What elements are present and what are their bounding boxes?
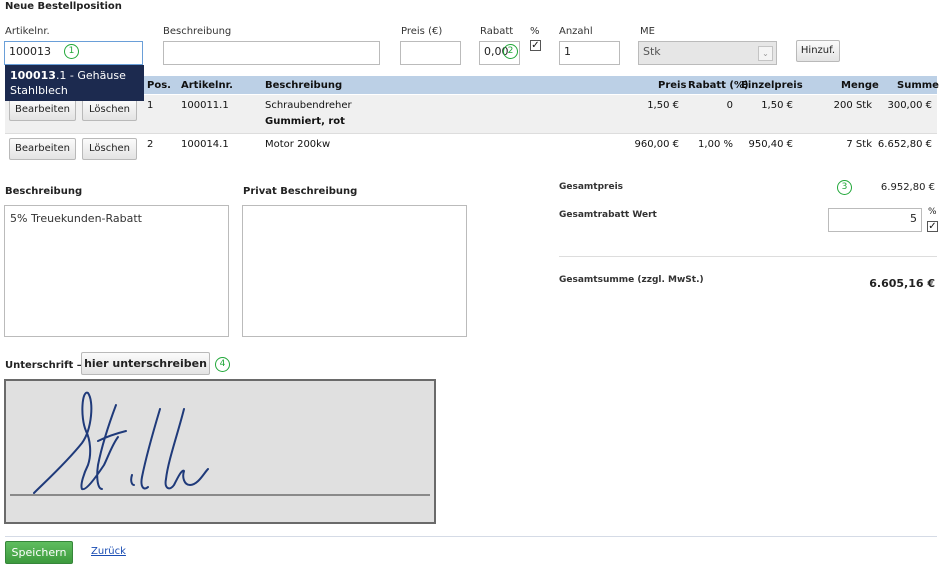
me-select[interactable]: Stk ⌄ (638, 41, 777, 65)
th-summe: Summe (897, 80, 939, 91)
marker-1-icon: 1 (64, 44, 79, 59)
save-button[interactable]: Speichern (5, 541, 73, 564)
row-preis: 960,00 € (634, 139, 679, 150)
notes-beschreibung-label: Beschreibung (5, 186, 83, 197)
th-rabatt: Rabatt (%) (688, 80, 749, 91)
signature-label: Unterschrift – (5, 360, 82, 371)
artikelnr-label: Artikelnr. (5, 26, 50, 37)
gesamtrabatt-input[interactable]: 5 (828, 208, 922, 232)
row-artikelnr: 100014.1 (181, 139, 229, 150)
beschreibung-label: Beschreibung (163, 26, 232, 37)
gesamtsumme-value: 6.605,16 € (869, 277, 935, 290)
row-preis: 1,50 € (647, 100, 679, 111)
signature-pad[interactable] (4, 379, 436, 524)
anzahl-label: Anzahl (559, 26, 593, 37)
marker-4-icon: 4 (215, 357, 230, 372)
chevron-down-icon: ⌄ (758, 46, 773, 61)
privat-textarea[interactable] (242, 205, 467, 337)
gesamtpreis-value: 6.952,80 € (880, 182, 935, 193)
gesamtpreis-label: Gesamtpreis (559, 182, 624, 192)
delete-button[interactable]: Löschen (82, 99, 137, 121)
th-artikelnr: Artikelnr. (181, 80, 233, 91)
rabatt-label: Rabatt (480, 26, 514, 37)
beschreibung-textarea[interactable]: 5% Treuekunden-Rabatt (4, 205, 229, 337)
table-header (140, 76, 937, 94)
notes-privat-label: Privat Beschreibung (243, 186, 358, 197)
footer-divider (5, 536, 937, 537)
row-menge: 7 Stk (846, 139, 872, 150)
th-pos: Pos. (147, 80, 171, 91)
marker-2-icon: 2 (503, 44, 518, 59)
row-menge: 200 Stk (833, 100, 872, 111)
row-divider (5, 133, 937, 134)
row-einzelpreis: 950,40 € (748, 139, 793, 150)
page-title: Neue Bestellposition (5, 1, 122, 12)
gesamtrabatt-unit: % (928, 207, 937, 217)
row-beschreibung: Motor 200kw (265, 139, 331, 150)
th-menge: Menge (841, 80, 879, 91)
beschreibung-input[interactable] (163, 41, 380, 65)
back-link[interactable]: Zurück (91, 546, 126, 557)
autocomplete-item[interactable]: 100013.1 - Gehäuse Stahlblech (5, 65, 144, 101)
row-rabatt: 1,00 % (698, 139, 733, 150)
me-select-value: Stk (643, 45, 661, 58)
autocomplete-line2: Stahlblech (10, 84, 68, 97)
row-artikelnr: 100011.1 (181, 100, 229, 111)
signature-drawing (10, 391, 430, 496)
row-pos: 1 (147, 100, 154, 111)
edit-button[interactable]: Bearbeiten (9, 99, 76, 121)
row-summe: 6.652,80 € (877, 139, 932, 150)
rabatt-percent-checkbox[interactable]: ✓ (530, 40, 541, 51)
gesamtrabatt-percent-checkbox[interactable]: ✓ (927, 221, 938, 232)
row-beschreibung: Schraubendreher (265, 100, 352, 111)
row-rabatt: 0 (726, 100, 733, 111)
th-preis: Preis (658, 80, 687, 91)
row-beschreibung-detail: Gummiert, rot (265, 116, 345, 127)
anzahl-input[interactable]: 1 (559, 41, 620, 65)
table-row (5, 95, 937, 133)
th-einzelpreis: Einzelpreis (741, 80, 803, 91)
sign-button[interactable]: hier unterschreiben (81, 352, 210, 375)
me-label: ME (640, 26, 655, 37)
autocomplete-rest: .1 - Gehäuse (55, 69, 126, 82)
preis-input[interactable] (400, 41, 461, 65)
delete-button[interactable]: Löschen (82, 138, 137, 160)
row-einzelpreis: 1,50 € (761, 100, 793, 111)
percent-label: % (530, 26, 540, 37)
autocomplete-match: 100013 (10, 69, 56, 82)
edit-button[interactable]: Bearbeiten (9, 138, 76, 160)
marker-3-icon: 3 (837, 180, 852, 195)
totals-divider (559, 256, 937, 257)
preis-label: Preis (€) (401, 26, 443, 37)
th-beschreibung: Beschreibung (265, 80, 343, 91)
row-summe: 300,00 € (887, 100, 932, 111)
add-button[interactable]: Hinzuf. (796, 40, 840, 62)
row-pos: 2 (147, 139, 154, 150)
gesamtsumme-label: Gesamtsumme (zzgl. MwSt.) (559, 275, 704, 285)
gesamtrabatt-label: Gesamtrabatt Wert (559, 210, 657, 220)
